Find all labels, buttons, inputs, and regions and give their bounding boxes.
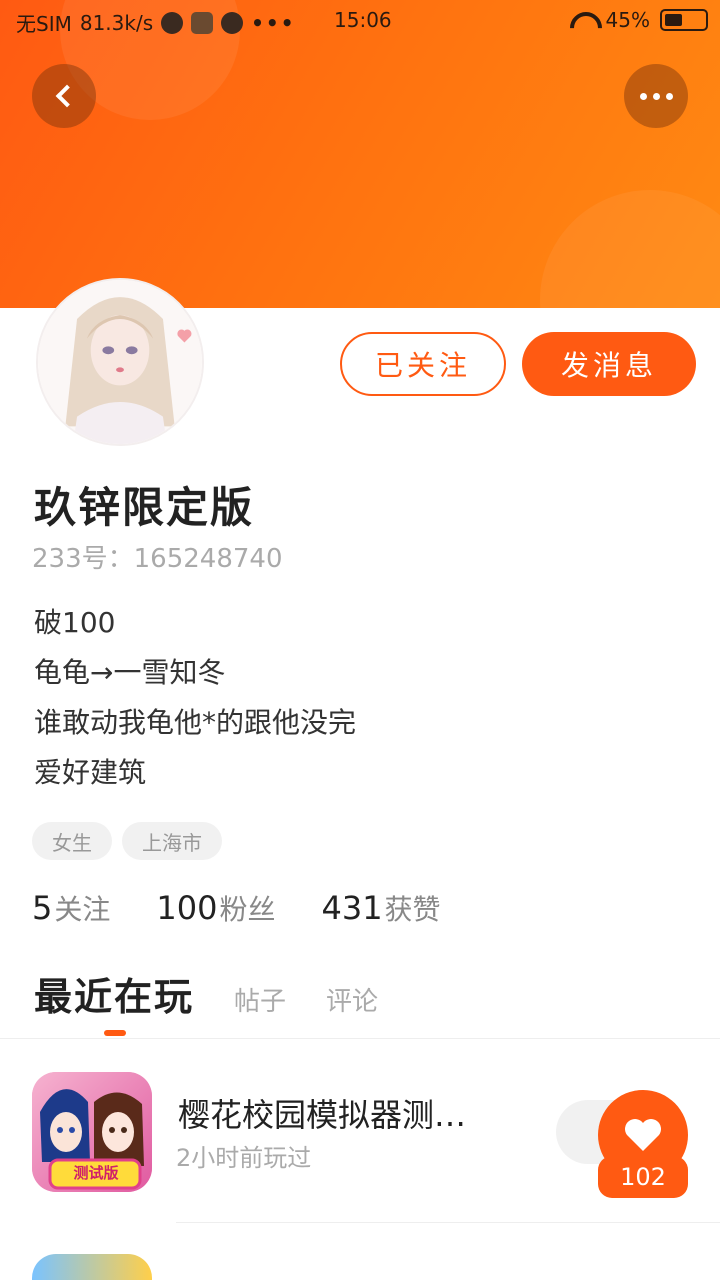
tag-list: 女生 上海市 xyxy=(32,822,222,860)
divider xyxy=(0,1038,720,1039)
notification-icon xyxy=(161,11,184,34)
game-icon[interactable] xyxy=(32,1254,152,1280)
bio-line: 谁敢动我龟他*的跟他没完 xyxy=(34,706,357,739)
wifi-icon xyxy=(568,10,596,30)
following-count: 5 xyxy=(32,889,53,927)
network-speed: 81.3k/s xyxy=(79,10,154,35)
send-message-button[interactable]: 发消息 xyxy=(522,332,696,396)
more-options-button[interactable] xyxy=(624,64,688,128)
following-stat[interactable]: 5关注 xyxy=(32,888,110,928)
bio: 破100 龟龟→一雪知冬 谁敢动我龟他*的跟他没完 爱好建筑 xyxy=(34,598,356,798)
username: 玖锌限定版 xyxy=(34,483,255,532)
user-id[interactable]: 233号：165248740 xyxy=(32,538,283,575)
game-icon: 测试版 xyxy=(32,1072,152,1192)
profile-tabs: 最近在玩 帖子 评论 xyxy=(34,966,378,1021)
following-button[interactable]: 已关注 xyxy=(340,332,506,396)
more-dots-icon xyxy=(639,92,673,100)
bio-line: 爱好建筑 xyxy=(34,756,147,789)
active-tab-indicator xyxy=(104,1030,126,1036)
game-title: 樱花校园模拟器测… xyxy=(178,1096,467,1134)
divider xyxy=(176,1222,720,1223)
battery-percent: 45% xyxy=(605,8,650,32)
following-label: 关注 xyxy=(54,893,111,926)
avatar[interactable] xyxy=(36,278,204,446)
likes-count: 431 xyxy=(321,889,383,927)
video-app-icon xyxy=(191,11,214,34)
location-tag: 上海市 xyxy=(122,822,222,860)
banner-decoration xyxy=(540,190,720,308)
followers-stat[interactable]: 100粉丝 xyxy=(156,888,275,928)
followers-label: 粉丝 xyxy=(219,893,276,926)
battery-icon xyxy=(660,9,708,31)
back-button[interactable] xyxy=(32,64,96,128)
gender-tag: 女生 xyxy=(32,822,112,860)
tab-posts[interactable]: 帖子 xyxy=(234,981,286,1018)
status-bar: 无SIM 81.3k/s ••• 15:06 45% xyxy=(0,0,720,44)
carrier-label: 无SIM xyxy=(16,12,72,36)
tab-comments[interactable]: 评论 xyxy=(326,981,378,1018)
stats-row: 5关注 100粉丝 431获赞 xyxy=(32,888,441,928)
likes-stat[interactable]: 431获赞 xyxy=(321,888,440,928)
game-badge: 测试版 xyxy=(73,1164,119,1182)
profile-header-banner xyxy=(0,0,720,308)
likes-label: 获赞 xyxy=(384,893,441,926)
tab-recently-played[interactable]: 最近在玩 xyxy=(34,966,194,1021)
back-arrow-icon xyxy=(55,84,79,108)
chat-icon xyxy=(221,11,244,34)
clock: 15:06 xyxy=(334,8,392,32)
game-last-played: 2小时前玩过 xyxy=(176,1144,312,1172)
bio-line: 破100 xyxy=(34,606,116,639)
bio-line: 龟龟→一雪知冬 xyxy=(34,656,226,689)
more-notifications: ••• xyxy=(251,10,296,35)
heart-icon xyxy=(625,1119,661,1151)
followers-count: 100 xyxy=(156,889,218,927)
like-count: 102 xyxy=(598,1156,688,1198)
